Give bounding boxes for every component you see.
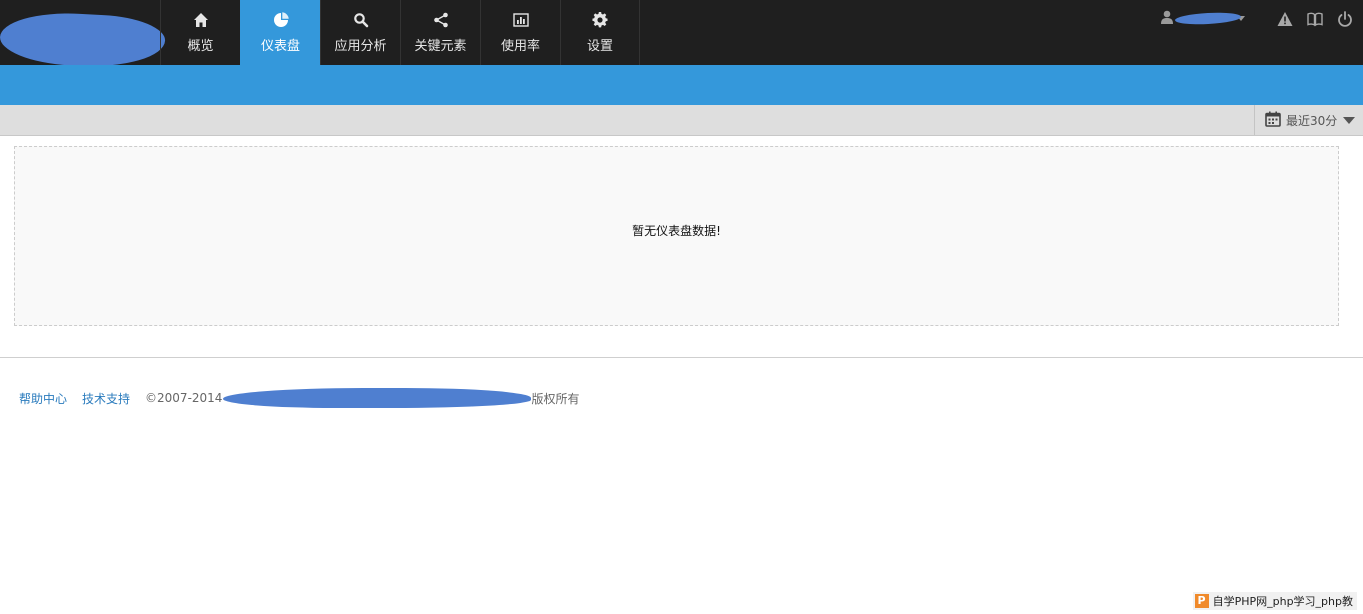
tech-support-link[interactable]: 技术支持 bbox=[82, 390, 130, 407]
nav-label: 关键元素 bbox=[414, 39, 467, 54]
nav-label: 仪表盘 bbox=[260, 39, 300, 54]
time-range-select[interactable]: 最近30分 bbox=[1254, 105, 1363, 135]
nav-item-dashboard[interactable]: 仪表盘 bbox=[240, 0, 320, 65]
user-menu[interactable] bbox=[1161, 10, 1245, 27]
nav-item-settings[interactable]: 设置 bbox=[560, 0, 640, 65]
watermark: P 自学PHP网_php学习_php教 bbox=[1192, 592, 1357, 610]
book-icon[interactable] bbox=[1307, 11, 1323, 27]
time-range-label: 最近30分 bbox=[1286, 113, 1338, 128]
bar-chart-icon bbox=[512, 11, 530, 29]
pie-chart-icon bbox=[272, 11, 290, 29]
help-center-link[interactable]: 帮助中心 bbox=[19, 390, 67, 407]
copyright-text: ©2007-2014 bbox=[145, 391, 223, 405]
gear-icon bbox=[591, 11, 609, 29]
top-navigation-bar: 概览 仪表盘 应用分析 关键元素 使用率 设置 bbox=[0, 0, 1363, 71]
watermark-logo: P bbox=[1194, 594, 1209, 608]
home-icon bbox=[192, 11, 210, 29]
nav-item-key-elements[interactable]: 关键元素 bbox=[400, 0, 480, 65]
page-header-band bbox=[0, 65, 1363, 105]
logo-redaction bbox=[0, 9, 167, 71]
filter-bar: 最近30分 bbox=[0, 105, 1363, 136]
company-name-redaction bbox=[223, 388, 532, 408]
nav-label: 应用分析 bbox=[334, 39, 387, 54]
warning-icon[interactable] bbox=[1277, 11, 1293, 27]
username-redaction bbox=[1174, 11, 1242, 26]
footer-divider bbox=[0, 357, 1363, 358]
calendar-icon bbox=[1265, 111, 1281, 130]
top-right-tools bbox=[1161, 10, 1353, 27]
logo[interactable] bbox=[0, 0, 167, 71]
nav-item-overview[interactable]: 概览 bbox=[160, 0, 240, 65]
nav-item-app-analysis[interactable]: 应用分析 bbox=[320, 0, 400, 65]
nav-item-usage[interactable]: 使用率 bbox=[480, 0, 560, 65]
power-icon[interactable] bbox=[1337, 10, 1353, 27]
footer: 帮助中心 技术支持 ©2007-2014 版权所有 bbox=[19, 388, 579, 408]
share-icon bbox=[432, 11, 450, 29]
search-icon bbox=[352, 11, 370, 29]
nav-label: 概览 bbox=[187, 39, 214, 54]
user-icon bbox=[1161, 10, 1173, 27]
empty-state-message: 暂无仪表盘数据! bbox=[632, 223, 721, 238]
nav-label: 设置 bbox=[586, 39, 613, 54]
dashboard-empty-panel: 暂无仪表盘数据! bbox=[14, 146, 1339, 326]
watermark-text: 自学PHP网_php学习_php教 bbox=[1212, 595, 1353, 608]
nav-label: 使用率 bbox=[500, 39, 540, 54]
rights-text: 版权所有 bbox=[531, 391, 580, 406]
chevron-down-icon bbox=[1343, 116, 1356, 124]
main-nav: 概览 仪表盘 应用分析 关键元素 使用率 设置 bbox=[160, 0, 640, 65]
